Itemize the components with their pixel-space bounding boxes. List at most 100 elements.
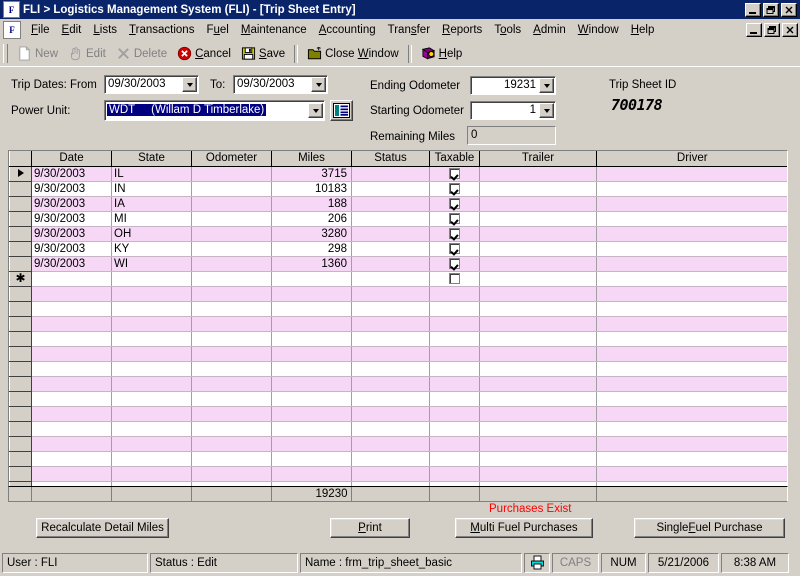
cell-driver[interactable] [596, 406, 787, 422]
taxable-checkbox[interactable] [449, 197, 460, 209]
cell-status[interactable] [351, 181, 430, 197]
cell-trailer[interactable] [479, 391, 597, 407]
column-header-state[interactable]: State [111, 151, 192, 167]
cell-driver[interactable] [596, 271, 787, 287]
column-header-trailer[interactable]: Trailer [479, 151, 597, 167]
cell-odometer[interactable] [191, 181, 272, 197]
restore-icon[interactable] [763, 2, 779, 17]
cell-date[interactable] [31, 316, 112, 332]
cell-state[interactable] [111, 271, 192, 287]
cell-status[interactable] [351, 346, 430, 362]
row-selector[interactable] [9, 255, 32, 272]
cell-status[interactable] [351, 316, 430, 332]
cell-date[interactable]: 9/30/2003 [31, 211, 112, 227]
cell-miles[interactable] [271, 286, 352, 302]
table-row[interactable]: 9/30/2003 IN 10183 [9, 180, 787, 197]
table-row[interactable]: 9/30/2003 OH 3280 [9, 225, 787, 242]
cell-state[interactable] [111, 346, 192, 362]
cell-driver[interactable] [596, 226, 787, 242]
row-selector[interactable] [9, 195, 32, 212]
table-row-empty[interactable] [9, 435, 787, 452]
cell-state[interactable] [111, 316, 192, 332]
cell-trailer[interactable] [479, 361, 597, 377]
cell-taxable[interactable] [429, 241, 480, 257]
cell-state[interactable]: WI [111, 256, 192, 272]
cell-driver[interactable] [596, 466, 787, 482]
cell-odometer[interactable] [191, 271, 272, 287]
cell-date[interactable]: 9/30/2003 [31, 256, 112, 272]
cell-status[interactable] [351, 421, 430, 437]
single-fuel-purchase-button[interactable]: Single Fuel Purchase [634, 518, 785, 538]
cell-driver[interactable] [596, 436, 787, 452]
cell-odometer[interactable] [191, 331, 272, 347]
trip-date-from-input[interactable]: 09/30/2003 [104, 75, 199, 94]
row-selector[interactable] [9, 165, 32, 182]
cell-odometer[interactable] [191, 166, 272, 182]
table-row[interactable]: 9/30/2003 IL 3715 [9, 165, 787, 182]
table-row-empty[interactable] [9, 360, 787, 377]
taxable-checkbox[interactable] [449, 167, 460, 179]
cell-taxable[interactable] [429, 391, 480, 407]
cell-odometer[interactable] [191, 376, 272, 392]
cell-taxable[interactable] [429, 211, 480, 227]
cell-driver[interactable] [596, 361, 787, 377]
cell-driver[interactable] [596, 421, 787, 437]
chevron-down-icon[interactable] [311, 77, 326, 92]
cell-trailer[interactable] [479, 256, 597, 272]
cell-state[interactable]: KY [111, 241, 192, 257]
cell-taxable[interactable] [429, 451, 480, 467]
cell-status[interactable] [351, 361, 430, 377]
table-row-empty[interactable] [9, 390, 787, 407]
cell-trailer[interactable] [479, 316, 597, 332]
table-row-empty[interactable] [9, 465, 787, 482]
cell-status[interactable] [351, 226, 430, 242]
cell-taxable[interactable] [429, 226, 480, 242]
power-unit-combo[interactable]: WDT (Willam D Timberlake) [104, 100, 325, 121]
mdi-close-icon[interactable] [782, 23, 798, 37]
row-selector[interactable] [9, 375, 32, 392]
cell-taxable[interactable] [429, 271, 480, 287]
row-selector[interactable] [9, 450, 32, 467]
cell-odometer[interactable] [191, 346, 272, 362]
cell-date[interactable]: 9/30/2003 [31, 226, 112, 242]
cell-date[interactable]: 9/30/2003 [31, 166, 112, 182]
cell-state[interactable]: IL [111, 166, 192, 182]
table-row[interactable]: ✱ [9, 270, 787, 287]
menu-item-lists[interactable]: Lists [87, 22, 123, 38]
column-header-select[interactable] [9, 151, 32, 167]
cell-driver[interactable] [596, 346, 787, 362]
mdi-child-icon[interactable]: F [3, 21, 21, 39]
cell-taxable[interactable] [429, 316, 480, 332]
cell-date[interactable] [31, 301, 112, 317]
cell-status[interactable] [351, 331, 430, 347]
cell-date[interactable] [31, 421, 112, 437]
menu-item-admin[interactable]: Admin [527, 22, 572, 38]
cell-driver[interactable] [596, 376, 787, 392]
cell-miles[interactable] [271, 361, 352, 377]
cell-status[interactable] [351, 196, 430, 212]
menu-item-tools[interactable]: Tools [488, 22, 527, 38]
menu-item-file[interactable]: File [25, 22, 56, 38]
cell-odometer[interactable] [191, 406, 272, 422]
menu-item-fuel[interactable]: Fuel [200, 22, 234, 38]
table-row-empty[interactable] [9, 375, 787, 392]
table-row[interactable]: 9/30/2003 WI 1360 [9, 255, 787, 272]
cell-driver[interactable] [596, 256, 787, 272]
cell-odometer[interactable] [191, 391, 272, 407]
cell-state[interactable] [111, 466, 192, 482]
column-header-status[interactable]: Status [351, 151, 430, 167]
cell-state[interactable] [111, 436, 192, 452]
cell-date[interactable] [31, 286, 112, 302]
status-printer-pane[interactable] [524, 552, 550, 573]
delete-button[interactable]: Delete [111, 44, 172, 64]
cell-trailer[interactable] [479, 421, 597, 437]
save-button[interactable]: Save [236, 44, 290, 64]
trip-date-to-input[interactable]: 09/30/2003 [233, 75, 328, 94]
cell-driver[interactable] [596, 211, 787, 227]
cell-trailer[interactable] [479, 331, 597, 347]
menu-item-maintenance[interactable]: Maintenance [235, 22, 313, 38]
row-selector[interactable] [9, 390, 32, 407]
row-selector[interactable] [9, 240, 32, 257]
cell-driver[interactable] [596, 166, 787, 182]
cell-date[interactable] [31, 391, 112, 407]
